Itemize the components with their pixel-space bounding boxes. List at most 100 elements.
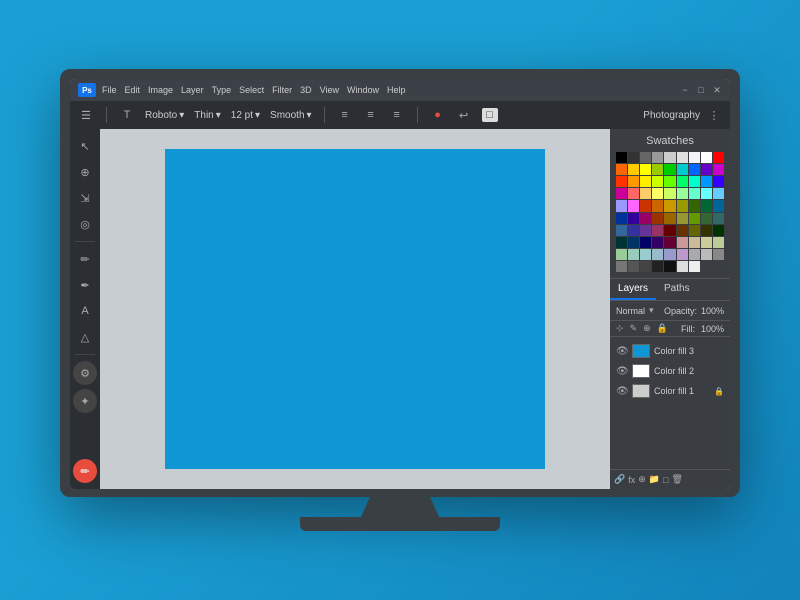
swatch-70[interactable] <box>701 237 712 248</box>
link-icon[interactable]: 🔗 <box>614 474 625 485</box>
swatch-69[interactable] <box>689 237 700 248</box>
align-right-icon[interactable]: ≡ <box>389 109 405 121</box>
swatch-65[interactable] <box>640 237 651 248</box>
swatch-1[interactable] <box>628 152 639 163</box>
swatch-76[interactable] <box>664 249 675 260</box>
swatch-44[interactable] <box>713 200 724 211</box>
menu-type[interactable]: Type <box>212 85 232 95</box>
swatch-74[interactable] <box>640 249 651 260</box>
delete-layer-icon[interactable]: 🗑 <box>671 474 682 485</box>
swatch-81[interactable] <box>616 261 627 272</box>
undo-icon[interactable]: ↩ <box>456 109 472 122</box>
blend-mode-label[interactable]: Normal <box>616 306 645 316</box>
record-button[interactable]: ✏ <box>73 459 97 483</box>
swatch-10[interactable] <box>628 164 639 175</box>
swatch-73[interactable] <box>628 249 639 260</box>
swatch-71[interactable] <box>713 237 724 248</box>
swatch-42[interactable] <box>689 200 700 211</box>
tab-layers[interactable]: Layers <box>610 279 656 300</box>
swatch-79[interactable] <box>701 249 712 260</box>
type-tool-icon[interactable]: T <box>119 109 135 121</box>
align-left-icon[interactable]: ≡ <box>337 109 353 121</box>
swatch-34[interactable] <box>701 188 712 199</box>
opacity-value[interactable]: 100% <box>701 306 724 316</box>
swatch-12[interactable] <box>652 164 663 175</box>
swatch-25[interactable] <box>701 176 712 187</box>
mask-icon[interactable]: □ <box>663 475 668 485</box>
swatch-38[interactable] <box>640 200 651 211</box>
transform-tool[interactable]: ⇲ <box>74 187 96 209</box>
swatch-8[interactable] <box>713 152 724 163</box>
swatch-2[interactable] <box>640 152 651 163</box>
shape-tool[interactable]: △ <box>74 326 96 348</box>
swatch-86[interactable] <box>677 261 688 272</box>
menu-image[interactable]: Image <box>148 85 173 95</box>
minimize-button[interactable]: − <box>680 85 690 95</box>
size-dropdown[interactable]: 12 pt ▾ <box>231 110 260 121</box>
selection-tool[interactable]: ↖ <box>74 135 96 157</box>
swatch-45[interactable] <box>616 213 627 224</box>
swatch-23[interactable] <box>677 176 688 187</box>
swatch-75[interactable] <box>652 249 663 260</box>
swatch-0[interactable] <box>616 152 627 163</box>
menu-layer[interactable]: Layer <box>181 85 204 95</box>
swatch-3[interactable] <box>652 152 663 163</box>
swatch-36[interactable] <box>616 200 627 211</box>
swatch-58[interactable] <box>664 225 675 236</box>
swatch-27[interactable] <box>616 188 627 199</box>
swatch-29[interactable] <box>640 188 651 199</box>
swatch-37[interactable] <box>628 200 639 211</box>
menu-select[interactable]: Select <box>239 85 264 95</box>
swatch-82[interactable] <box>628 261 639 272</box>
font-dropdown[interactable]: Roboto ▾ <box>145 110 184 121</box>
swatch-61[interactable] <box>701 225 712 236</box>
swatch-14[interactable] <box>677 164 688 175</box>
layer-eye-2[interactable]: 👁 <box>616 386 628 397</box>
swatch-20[interactable] <box>640 176 651 187</box>
menu-file[interactable]: File <box>102 85 117 95</box>
swatch-48[interactable] <box>652 213 663 224</box>
swatch-80[interactable] <box>713 249 724 260</box>
close-button[interactable]: ✕ <box>712 85 722 95</box>
maximize-button[interactable]: □ <box>696 85 706 95</box>
swatch-67[interactable] <box>664 237 675 248</box>
swatch-39[interactable] <box>652 200 663 211</box>
swatch-43[interactable] <box>701 200 712 211</box>
layer-item-2[interactable]: 👁Color fill 1🔒 <box>610 381 730 401</box>
swatch-26[interactable] <box>713 176 724 187</box>
swatch-55[interactable] <box>628 225 639 236</box>
swatch-28[interactable] <box>628 188 639 199</box>
menu-filter[interactable]: Filter <box>272 85 292 95</box>
swatch-56[interactable] <box>640 225 651 236</box>
hamburger-icon[interactable]: ☰ <box>78 109 94 122</box>
fx-icon[interactable]: fx <box>628 475 635 485</box>
swatch-87[interactable] <box>689 261 700 272</box>
swatch-66[interactable] <box>652 237 663 248</box>
swatch-22[interactable] <box>664 176 675 187</box>
swatch-50[interactable] <box>677 213 688 224</box>
swatch-64[interactable] <box>628 237 639 248</box>
swatch-5[interactable] <box>677 152 688 163</box>
layer-item-1[interactable]: 👁Color fill 2 <box>610 361 730 381</box>
swatch-68[interactable] <box>677 237 688 248</box>
menu-window[interactable]: Window <box>347 85 379 95</box>
swatch-18[interactable] <box>616 176 627 187</box>
eye-tool[interactable]: ◎ <box>74 213 96 235</box>
menu-help[interactable]: Help <box>387 85 406 95</box>
layer-eye-1[interactable]: 👁 <box>616 366 628 377</box>
swatch-62[interactable] <box>713 225 724 236</box>
color-icon[interactable]: ● <box>430 109 446 121</box>
layer-eye-0[interactable]: 👁 <box>616 346 628 357</box>
swatch-72[interactable] <box>616 249 627 260</box>
swatch-51[interactable] <box>689 213 700 224</box>
menu-3d[interactable]: 3D <box>300 85 312 95</box>
tab-paths[interactable]: Paths <box>656 279 698 300</box>
swatch-77[interactable] <box>677 249 688 260</box>
swatch-59[interactable] <box>677 225 688 236</box>
text-tool[interactable]: A <box>74 300 96 322</box>
swatch-52[interactable] <box>701 213 712 224</box>
swatch-7[interactable] <box>701 152 712 163</box>
swatch-17[interactable] <box>713 164 724 175</box>
pen-tool[interactable]: ✒ <box>74 274 96 296</box>
swatch-85[interactable] <box>664 261 675 272</box>
